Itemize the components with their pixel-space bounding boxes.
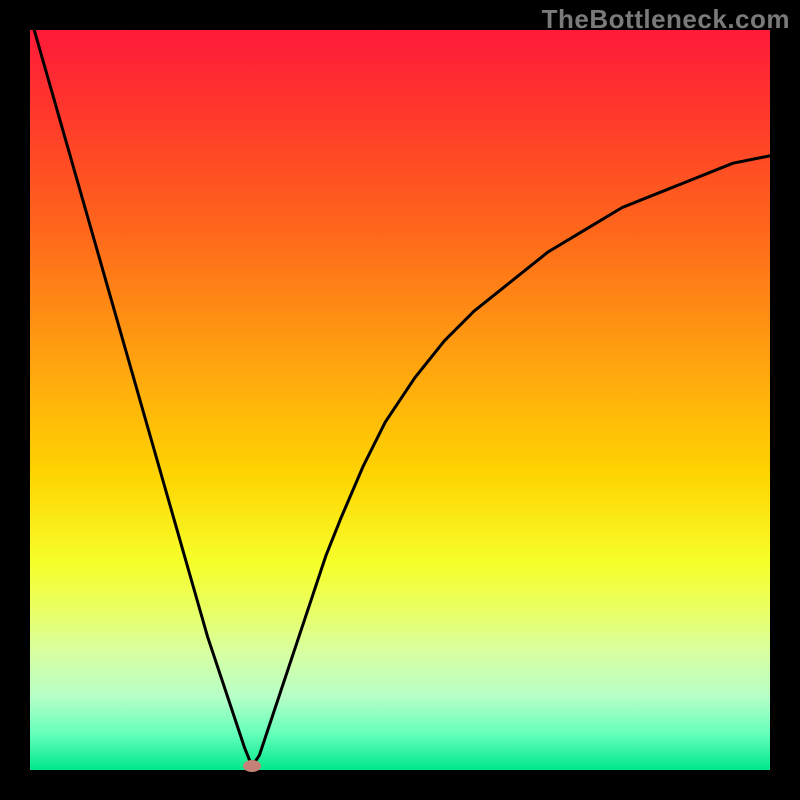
optimum-marker bbox=[243, 760, 261, 772]
chart-frame: TheBottleneck.com bbox=[0, 0, 800, 800]
plot-area bbox=[30, 30, 770, 770]
bottleneck-curve bbox=[30, 30, 770, 770]
